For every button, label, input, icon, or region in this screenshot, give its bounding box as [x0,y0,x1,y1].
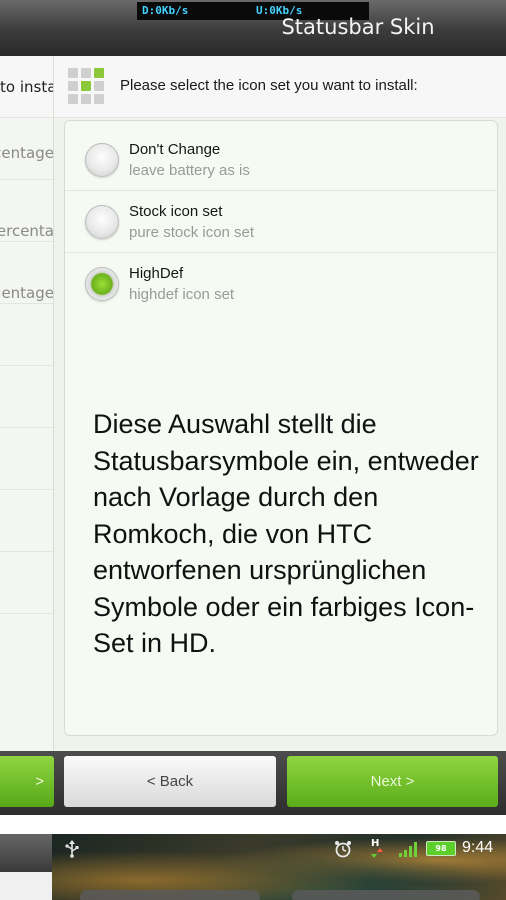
previous-page-row[interactable] [0,490,53,552]
option-title: HighDef [129,265,184,282]
options-card: Don't Change leave battery as is Stock i… [64,120,498,736]
home-widget[interactable] [80,890,260,900]
download-speed-indicator: D:0Kb/s [137,2,251,20]
option-subtitle: leave battery as is [129,162,250,179]
previous-page-row[interactable]: ercenta [0,180,54,242]
dialog-prompt: Please select the icon set you want to i… [120,77,418,94]
button-bar: > < Back Next > [0,751,506,815]
status-clock: 9:44 [462,839,494,856]
back-button[interactable]: < Back [64,756,276,807]
download-speed-text: D:0Kb/s [142,4,189,17]
screen-divider [0,815,506,834]
svg-text:H: H [371,838,379,849]
battery-level: 98 [435,844,447,853]
usb-icon [65,840,79,858]
window-title: Statusbar Skin [281,15,435,39]
android-status-bar[interactable]: H 98 9:44 [52,834,506,864]
previous-page-row[interactable] [0,428,53,490]
home-wallpaper: H 98 9:44 [52,834,506,900]
radio-button-checked[interactable] [85,267,119,301]
previous-page-header: to insta [0,56,53,118]
apps-grid-icon [68,68,106,106]
option-title: Stock icon set [129,203,223,220]
previous-screen-bar [0,834,52,872]
dialog-header: Please select the icon set you want to i… [54,56,506,118]
previous-page-panel: to insta rcentage ercenta entage with [0,56,54,751]
radio-button-unchecked[interactable] [85,143,119,177]
option-stock-icon-set[interactable]: Stock icon set pure stock icon set [65,193,497,253]
option-title: Don't Change [129,141,221,158]
hsdpa-data-icon: H [371,838,383,858]
previous-page-row-label: ercenta [0,222,54,240]
previous-page-row-label: rcentage [0,144,54,162]
previous-page-row[interactable]: entage [0,242,54,304]
previous-page-row-label: entage [1,284,54,302]
option-subtitle: pure stock icon set [129,224,255,241]
previous-page-next-button[interactable]: > [0,756,54,807]
home-widget[interactable] [292,890,480,900]
next-button[interactable]: Next > [287,756,498,807]
previous-page-row[interactable] [0,366,53,428]
option-dont-change[interactable]: Don't Change leave battery as is [65,131,497,191]
previous-page-row[interactable]: rcentage [0,118,54,180]
previous-screen-fragment [0,834,52,900]
radio-button-unchecked[interactable] [85,205,119,239]
previous-page-row[interactable] [0,552,53,614]
battery-icon: 98 [426,841,456,856]
previous-page-row[interactable]: with [0,304,53,366]
description-text: Diese Auswahl stellt die Statusbarsymbol… [93,409,479,658]
alarm-icon [335,841,351,858]
signal-strength-icon [399,842,417,857]
title-bar: D:0Kb/s U:0Kb/s Statusbar Skin [0,0,506,56]
option-highdef[interactable]: HighDef highdef icon set [65,255,497,315]
option-subtitle: highdef icon set [129,286,235,303]
icon-set-dialog: Please select the icon set you want to i… [54,56,506,751]
